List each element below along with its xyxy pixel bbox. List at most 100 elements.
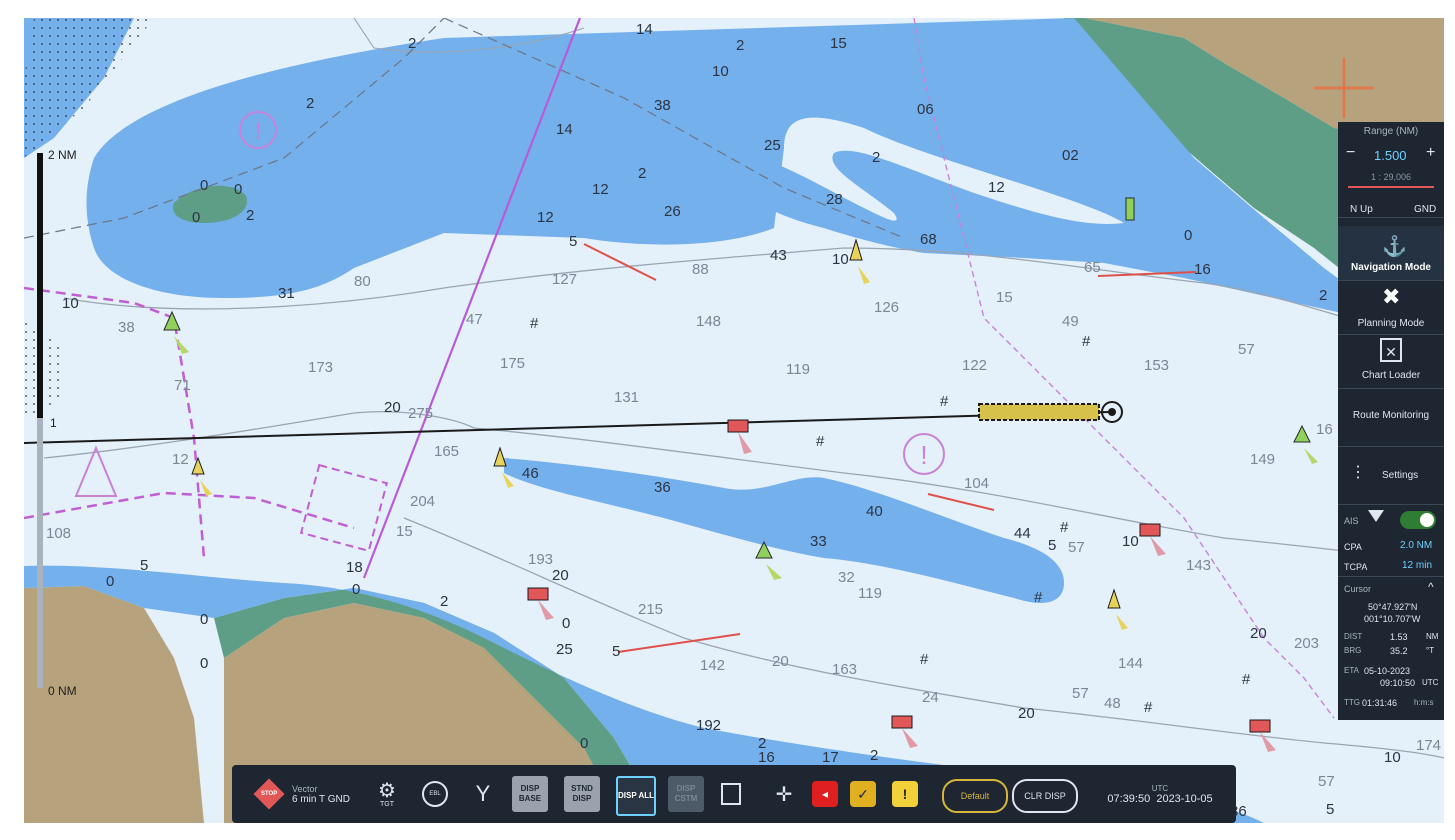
filter-icon[interactable] (1368, 510, 1384, 522)
utc-date: 2023-10-05 (1156, 792, 1213, 805)
chart-loader-label: Chart Loader (1361, 370, 1421, 381)
depth-sounding: 142 (700, 657, 725, 674)
map-icon: ✕ (1380, 338, 1402, 362)
stop-button[interactable]: STOP (252, 774, 286, 814)
range-value: 1.500 (1374, 148, 1407, 163)
ebl-label: EBL (429, 791, 441, 797)
settings-button[interactable]: ⋮ Settings (1338, 446, 1444, 505)
cardinal-buoy-icon[interactable] (191, 456, 212, 496)
depth-sounding: 12 (592, 181, 609, 198)
alarm-button[interactable]: ◂ (810, 774, 840, 814)
depth-sounding: 24 (922, 689, 939, 706)
chart-scale: 1 : 29,006 (1370, 172, 1412, 182)
disp-all-button[interactable]: DISP ALL (616, 776, 656, 816)
depth-sounding: 0 (200, 611, 208, 628)
depth-sounding: 44 (1014, 525, 1031, 542)
depth-sounding: 10 (1384, 749, 1401, 766)
range-increase-button[interactable]: + (1426, 144, 1435, 162)
cursor-title: Cursor (1344, 584, 1372, 594)
acknowledge-button[interactable]: ✓ (848, 774, 878, 814)
cpa-value[interactable]: 2.0 NM (1400, 540, 1432, 551)
red-buoy-icon[interactable] (891, 715, 918, 748)
depth-sounding: 15 (830, 35, 847, 52)
chart-canvas[interactable]: ! ! 142 1521038 06214252 02122261212280 00 26… (24, 18, 1444, 823)
warning-button[interactable]: ! (890, 774, 920, 814)
chevron-up-icon[interactable]: ^ (1428, 580, 1434, 594)
restricted-area-boundary (24, 491, 355, 530)
depth-sounding: 10 (62, 295, 79, 312)
depth-sounding: 0 (200, 655, 208, 672)
red-buoy-icon[interactable] (727, 419, 752, 454)
ebl-button[interactable]: EBL (420, 774, 450, 814)
depth-sounding: 06 (917, 101, 934, 118)
depth-sounding: 149 (1250, 451, 1275, 468)
vector-title: Vector (292, 783, 318, 794)
planning-mode-button[interactable]: ✖ Planning Mode (1338, 280, 1444, 335)
depth-sounding: 153 (1144, 357, 1169, 374)
chart-overlay-button[interactable] (716, 774, 746, 814)
red-buoy-icon[interactable] (527, 587, 554, 620)
depth-sounding: 127 (552, 271, 577, 288)
route-monitoring-button[interactable]: Route Monitoring (1338, 388, 1444, 447)
depth-sounding: 143 (1186, 557, 1211, 574)
depth-sounding: 20 (772, 653, 789, 670)
depth-sounding: 65 (1084, 259, 1101, 276)
utc-label: UTC (1151, 783, 1169, 793)
depth-sounding: 57 (1238, 341, 1255, 358)
green-buoy-icon[interactable] (1125, 197, 1135, 221)
disp-cstm-button[interactable]: DISP CSTM (668, 776, 704, 812)
dist-value: 1.53 (1390, 632, 1408, 642)
green-buoy-icon[interactable] (1293, 424, 1318, 464)
depth-sounding: 5 (612, 643, 620, 660)
depth-sounding: # (1034, 589, 1043, 606)
depth-sounding: 2 (440, 593, 448, 610)
target-button[interactable]: ⚙ TGT (372, 774, 402, 814)
default-label: Default (960, 791, 990, 801)
navigation-mode-button[interactable]: ⚓ Navigation Mode (1338, 226, 1444, 281)
red-buoy-icon[interactable] (1139, 523, 1166, 556)
north-up-toggle[interactable]: N Up (1350, 204, 1373, 215)
default-button[interactable]: Default (942, 779, 1008, 813)
depth-sounding: 126 (874, 299, 899, 316)
stnd-disp-button[interactable]: STND DISP (564, 776, 600, 812)
depth-sounding: 26 (664, 203, 681, 220)
eta-date: 05-10-2023 (1364, 666, 1411, 676)
red-buoy-icon[interactable] (1249, 719, 1276, 752)
eta-time: 09:10:50 (1380, 678, 1416, 688)
planning-mode-label: Planning Mode (1357, 318, 1425, 329)
depth-sounding: 104 (964, 475, 989, 492)
depth-contour (43, 411, 1444, 564)
depth-sounding: 10 (1122, 533, 1139, 550)
more-vertical-icon: ⋮ (1350, 464, 1366, 481)
depth-sounding: 148 (696, 313, 721, 330)
ais-label: AIS (1344, 516, 1359, 526)
cardinal-buoy-icon[interactable] (849, 238, 870, 284)
navigation-mode-label: Navigation Mode (1350, 262, 1431, 273)
ais-toggle[interactable] (1400, 511, 1436, 529)
depth-sounding: 0 (580, 735, 588, 752)
nautical-chart[interactable]: ! ! 14 2 15 2 10 38 06 2 14 25 2 02 12 2 26 12 12 28 0 0 0 2 6… (24, 18, 1444, 823)
cardinal-buoy-icon[interactable] (1107, 588, 1128, 630)
gnd-toggle[interactable]: GND (1414, 204, 1436, 215)
own-ship[interactable] (978, 403, 1100, 421)
crosshair-icon: ✛ (775, 783, 793, 806)
vrm-button[interactable]: Y (468, 774, 498, 814)
eta-timezone: UTC (1422, 678, 1439, 687)
vector-button[interactable]: Vector 6 min T GND (292, 774, 362, 814)
cursor-section: Cursor ^ 50°47.927'N 001°10.707'W DIST 1… (1338, 576, 1444, 720)
chart-loader-button[interactable]: ✕ Chart Loader (1338, 334, 1444, 389)
depth-sounding: 80 (354, 273, 371, 290)
depth-sounding: 38 (654, 97, 671, 114)
disp-base-button[interactable]: DISP BASE (512, 776, 548, 812)
depth-sounding: 43 (770, 247, 787, 264)
range-decrease-button[interactable]: − (1346, 144, 1355, 162)
dotted-shoal-west (24, 318, 64, 418)
disp-cstm-label: DISP CSTM (674, 784, 698, 803)
cpa-label: CPA (1344, 542, 1362, 552)
tcpa-value[interactable]: 12 min (1402, 560, 1432, 571)
clear-display-button[interactable]: CLR DISP (1012, 779, 1078, 813)
scale-bar (37, 153, 43, 688)
center-ship-button[interactable]: ✛ (768, 774, 800, 814)
depth-sounding: 2 (736, 37, 744, 54)
depth-sounding: 88 (692, 261, 709, 278)
